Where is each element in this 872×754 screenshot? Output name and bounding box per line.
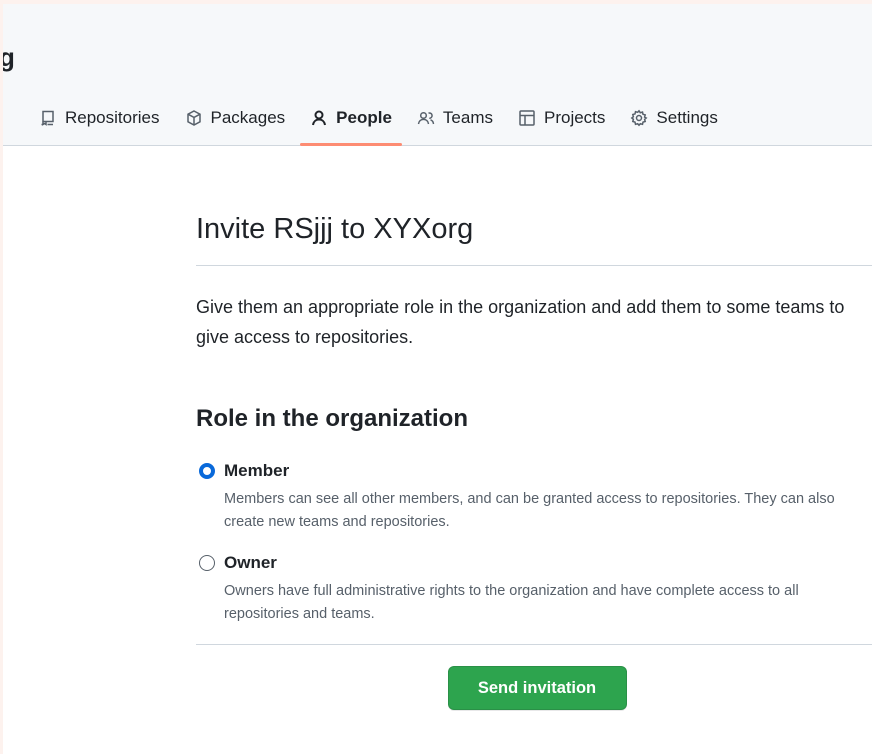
form-divider (196, 644, 872, 645)
title-divider (196, 265, 872, 266)
tab-repositories[interactable]: Repositories (29, 90, 170, 145)
repo-icon (41, 110, 54, 126)
org-header: g Repositories Packages People Teams Pro… (3, 4, 872, 146)
tab-label: Packages (210, 107, 286, 127)
role-description-owner: Owners have full administrative rights t… (224, 583, 799, 622)
invite-form: Invite RSjjj to XYXorg Give them an appr… (196, 145, 872, 710)
role-label-owner[interactable]: Owner (224, 552, 872, 574)
owner-radio[interactable] (199, 555, 215, 571)
form-actions: Send invitation (192, 666, 872, 710)
tab-label: Repositories (65, 107, 160, 127)
intro-text: Give them an appropriate role in the org… (196, 297, 845, 347)
people-icon (417, 111, 435, 124)
page-title: Invite RSjjj to XYXorg (196, 213, 474, 245)
tab-settings[interactable]: Settings (620, 90, 727, 145)
role-option-owner: Owner Owners have full administrative ri… (196, 552, 872, 626)
table-icon (519, 109, 535, 126)
role-description-member: Members can see all other members, and c… (224, 491, 835, 530)
send-invitation-button[interactable]: Send invitation (447, 666, 627, 710)
tab-label: Projects (544, 107, 606, 127)
tab-label: Settings (656, 107, 718, 127)
role-option-member: Member Members can see all other members… (196, 460, 872, 534)
tab-projects[interactable]: Projects (508, 90, 615, 145)
tab-label: Teams (442, 107, 493, 127)
member-radio[interactable] (199, 463, 215, 479)
org-nav: Repositories Packages People Teams Proje… (29, 90, 733, 146)
tab-packages[interactable]: Packages (175, 90, 296, 145)
tab-teams[interactable]: Teams (407, 90, 503, 145)
page-frame: g Repositories Packages People Teams Pro… (3, 4, 872, 754)
tab-label: People (336, 107, 392, 127)
gear-icon (631, 109, 648, 126)
person-icon (312, 110, 327, 125)
role-heading: Role in the organization (196, 405, 469, 432)
role-label-member[interactable]: Member (224, 460, 872, 482)
org-name[interactable]: g (3, 42, 15, 72)
package-icon (186, 109, 201, 126)
tab-people[interactable]: People (300, 90, 402, 146)
